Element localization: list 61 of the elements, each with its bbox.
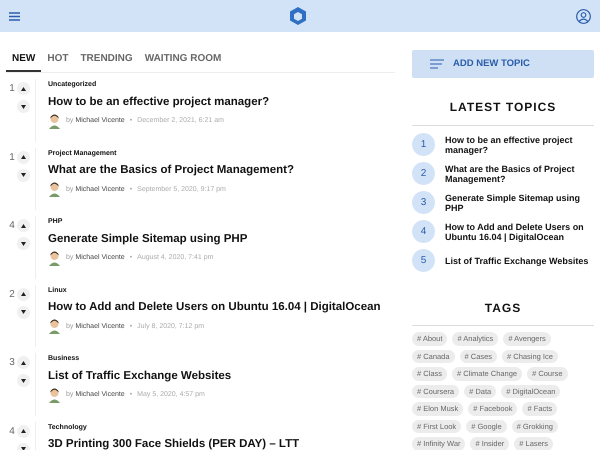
post-title[interactable]: What are the Basics of Project Management? — [48, 162, 294, 180]
section-heading: TAGS — [412, 299, 594, 326]
post-title[interactable]: List of Traffic Exchange Websites — [48, 368, 232, 385]
topic-link[interactable]: What are the Basics of Project Management? — [445, 164, 594, 184]
down-triangle-icon — [21, 378, 26, 382]
downvote-button[interactable] — [17, 168, 30, 182]
vote-count: 4 — [9, 424, 15, 438]
down-triangle-icon — [21, 242, 26, 246]
avatar-icon — [48, 388, 61, 403]
up-triangle-icon — [20, 360, 26, 364]
upvote-button[interactable] — [16, 150, 30, 164]
topic-number: 5 — [412, 249, 435, 272]
post-title[interactable]: 3D Printing 300 Face Shields (PER DAY) – LTT — [48, 436, 300, 450]
user-icon[interactable] — [576, 8, 591, 24]
topic-link[interactable]: Generate Simple Sitemap using PHP — [445, 192, 594, 212]
add-topic-button[interactable]: ADD NEW TOPIC — [412, 50, 594, 78]
down-triangle-icon — [21, 310, 26, 314]
up-triangle-icon — [20, 292, 26, 296]
vote-count: 3 — [9, 356, 15, 370]
vote-count: 1 — [9, 150, 15, 164]
avatar-icon — [48, 319, 61, 334]
avatar-icon — [48, 182, 61, 198]
topic-link[interactable]: How to be an effective project manager? — [445, 134, 594, 154]
lines-icon — [430, 59, 444, 69]
upvote-button[interactable] — [16, 424, 30, 438]
tab[interactable]: NEW — [6, 50, 42, 72]
topic-number: 2 — [412, 162, 435, 185]
topic-link[interactable]: List of Traffic Exchange Websites — [445, 256, 588, 266]
up-triangle-icon — [20, 155, 26, 159]
downvote-button[interactable] — [17, 100, 30, 113]
topic-link[interactable]: How to Add and Delete Users on Ubuntu 16.04 | DigitalOcean — [445, 222, 594, 242]
avatar-icon — [48, 250, 61, 266]
tab[interactable]: HOT — [41, 50, 74, 72]
down-triangle-icon — [21, 173, 26, 177]
upvote-button[interactable] — [16, 356, 30, 369]
up-triangle-icon — [20, 86, 26, 90]
up-triangle-icon — [20, 429, 26, 433]
topic-number: 4 — [412, 220, 435, 243]
upvote-button[interactable] — [16, 82, 30, 95]
tab[interactable]: WAITING ROOM — [138, 50, 228, 72]
downvote-button[interactable] — [17, 237, 30, 250]
upvote-button[interactable] — [16, 288, 30, 300]
post-title[interactable]: Generate Simple Sitemap using PHP — [48, 230, 248, 248]
topic-number: 3 — [412, 191, 435, 214]
post-title[interactable]: How to be an effective project manager? — [48, 94, 270, 111]
section-heading: LATEST TOPICS — [412, 98, 594, 126]
avatar-icon — [48, 114, 61, 129]
downvote-button[interactable] — [17, 306, 30, 318]
vote-count: 1 — [9, 82, 15, 96]
vote-count: 4 — [9, 219, 15, 233]
down-triangle-icon — [21, 104, 26, 108]
upvote-button[interactable] — [16, 219, 30, 232]
topic-number: 1 — [412, 133, 435, 156]
tab[interactable]: TRENDING — [74, 50, 139, 72]
hexagon-logo-icon[interactable] — [289, 6, 307, 26]
menu-icon[interactable] — [9, 12, 20, 20]
downvote-button[interactable] — [17, 374, 30, 387]
up-triangle-icon — [20, 224, 26, 228]
down-triangle-icon — [21, 447, 26, 450]
post-title[interactable]: How to Add and Delete Users on Ubuntu 16.04 | DigitalOcean — [48, 299, 381, 316]
vote-count: 2 — [9, 288, 15, 302]
